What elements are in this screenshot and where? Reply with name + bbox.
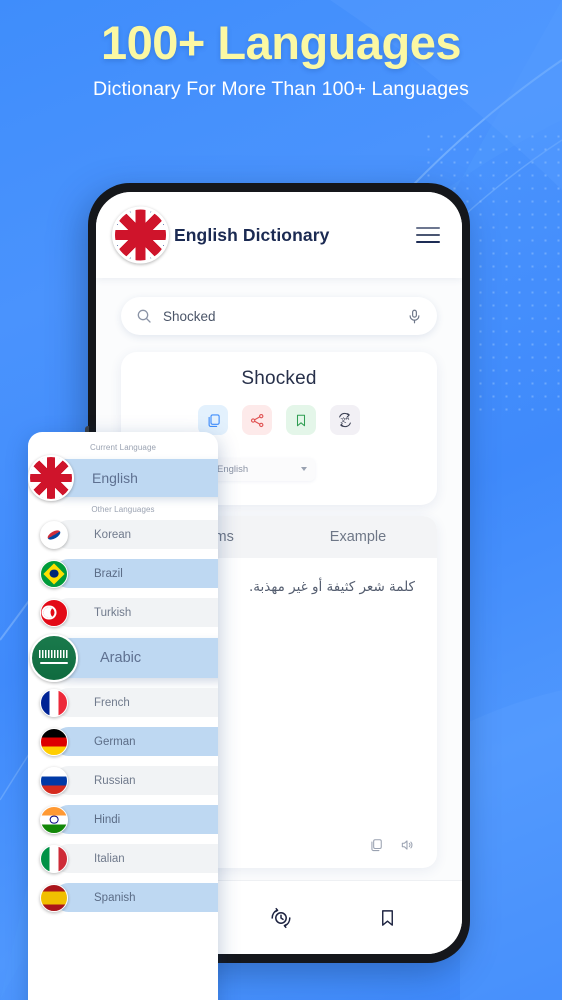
hamburger-menu-icon[interactable]	[416, 227, 440, 243]
search-input[interactable]: Shocked	[163, 309, 396, 324]
language-item-brazil[interactable]: Brazil	[28, 557, 218, 590]
word-headword: Shocked	[241, 368, 317, 389]
other-languages-list: Korean Brazil Turkish Arabic French German Rus…	[28, 518, 218, 914]
language-item-label: Turkish	[54, 598, 218, 627]
copy-action[interactable]	[198, 405, 228, 435]
language-item-label: German	[54, 727, 218, 756]
language-item-label: Italian	[54, 844, 218, 873]
microphone-icon[interactable]	[407, 308, 422, 325]
bookmarks-tab[interactable]	[378, 907, 397, 929]
page-title: 100+ Languages	[100, 16, 462, 69]
france-flag-icon	[40, 688, 68, 717]
word-language-selector[interactable]: English	[183, 457, 437, 481]
spain-flag-icon	[40, 883, 68, 912]
language-item-french[interactable]: French	[28, 686, 218, 719]
language-item-label: Russian	[54, 766, 218, 795]
korea-flag-icon	[40, 520, 68, 549]
page-subtitle: Dictionary For More Than 100+ Languages	[93, 78, 469, 101]
language-item-german[interactable]: German	[28, 725, 218, 758]
language-item-label: Hindi	[54, 805, 218, 834]
uk-flag-icon	[112, 206, 169, 264]
speaker-icon[interactable]	[399, 838, 415, 852]
language-item-russian[interactable]: Russian	[28, 764, 218, 797]
language-item-label: Brazil	[54, 559, 218, 588]
translate-action[interactable]: 文 A	[330, 405, 360, 435]
turkey-flag-icon	[40, 598, 68, 627]
svg-text:A: A	[346, 416, 350, 422]
language-picker-panel: Current Language English Other Languages…	[28, 432, 218, 1000]
italy-flag-icon	[40, 844, 68, 873]
language-item-english[interactable]: English	[28, 455, 218, 501]
bookmark-action[interactable]	[286, 405, 316, 435]
language-item-hindi[interactable]: Hindi	[28, 803, 218, 836]
word-action-row: 文 A	[121, 405, 437, 435]
india-flag-icon	[40, 805, 68, 834]
search-bar[interactable]: Shocked	[121, 297, 437, 335]
promo-title-block: 100+ Languages Dictionary For More Than …	[0, 0, 562, 101]
search-icon	[137, 309, 151, 323]
language-dropdown-value: English	[217, 463, 249, 475]
language-item-label: French	[54, 688, 218, 717]
language-item-label: Korean	[54, 520, 218, 549]
tab-example[interactable]: Example	[279, 516, 437, 558]
history-tab[interactable]	[269, 906, 293, 930]
bookmark-icon	[296, 414, 306, 426]
saudi-arabia-flag-icon	[30, 634, 78, 682]
uk-flag-icon	[28, 455, 74, 501]
brazil-flag-icon	[40, 559, 68, 588]
other-languages-label: Other Languages	[91, 505, 155, 514]
language-item-label: Spanish	[54, 883, 218, 912]
translate-icon: 文 A	[339, 412, 351, 428]
share-action[interactable]	[242, 405, 272, 435]
language-item-korean[interactable]: Korean	[28, 518, 218, 551]
language-item-spanish[interactable]: Spanish	[28, 881, 218, 914]
share-icon	[250, 413, 263, 427]
russia-flag-icon	[40, 766, 68, 795]
app-title: English Dictionary	[174, 224, 330, 245]
promo-screenshot: 100+ Languages Dictionary For More Than …	[0, 0, 562, 1000]
current-language-label: Current Language	[89, 443, 157, 452]
language-item-italian[interactable]: Italian	[28, 842, 218, 875]
copy-icon	[208, 413, 220, 427]
language-item-turkish[interactable]: Turkish	[28, 596, 218, 629]
germany-flag-icon	[40, 727, 68, 756]
language-item-arabic[interactable]: Arabic	[28, 634, 218, 682]
chevron-down-icon	[301, 467, 307, 471]
app-header: English Dictionary	[96, 192, 462, 278]
copy-icon[interactable]	[369, 838, 383, 852]
